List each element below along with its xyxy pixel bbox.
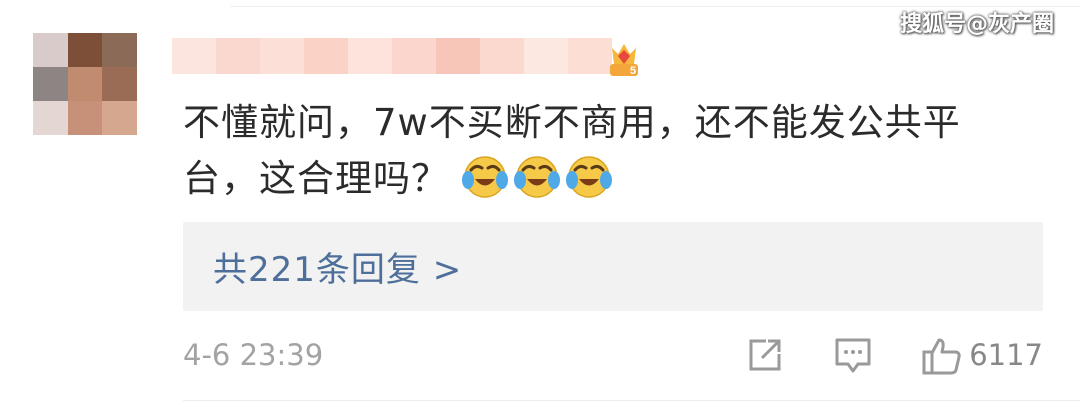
like-count: 6117 xyxy=(969,338,1043,372)
avatar[interactable] xyxy=(33,33,137,135)
laugh-cry-emoji xyxy=(461,154,508,200)
username-blurred[interactable] xyxy=(172,38,612,74)
comment-icon[interactable] xyxy=(834,336,872,376)
svg-text:5: 5 xyxy=(630,65,636,77)
view-replies-link[interactable]: 共221条回复 > xyxy=(213,242,462,291)
timestamp: 4-6 23:39 xyxy=(183,338,324,372)
laugh-cry-emoji xyxy=(513,154,560,200)
bottom-divider xyxy=(183,400,1080,401)
share-icon[interactable] xyxy=(746,336,784,374)
level-badge-icon: 5 xyxy=(606,40,642,78)
thumbs-up-icon[interactable] xyxy=(921,336,963,376)
watermark: 搜狐号@灰产圈 xyxy=(899,12,1054,37)
laugh-cry-emoji xyxy=(565,154,612,200)
comment-body: 不懂就问，7w不买断不商用，还不能发公共平台，这合理吗？ xyxy=(183,95,1013,207)
comment-footer: 4-6 23:39 6117 xyxy=(183,336,1043,380)
replies-panel[interactable]: 共221条回复 > xyxy=(183,222,1043,311)
